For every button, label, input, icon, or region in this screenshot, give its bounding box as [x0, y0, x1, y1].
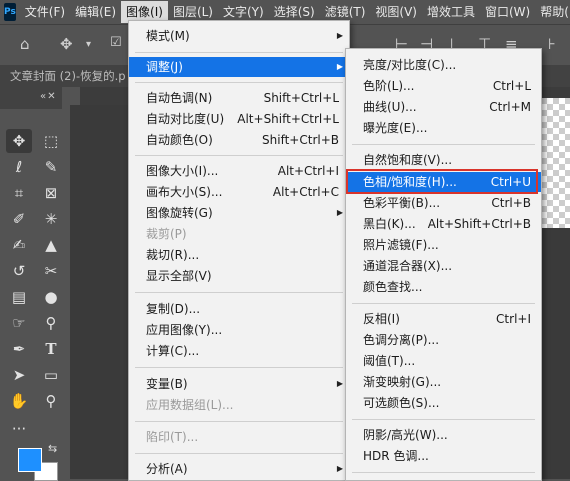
menu-item-shadows-highlights[interactable]: 阴影/高光(W)... [346, 425, 541, 445]
menu-divider [352, 144, 535, 145]
crop-tool-icon[interactable]: ⌗ [6, 181, 32, 205]
menu-item-curves[interactable]: 曲线(U)... Ctrl+M [346, 97, 541, 117]
collapse-icon[interactable]: « ✕ [40, 91, 56, 102]
rectangle-tool-icon[interactable]: ▭ [38, 363, 64, 387]
blur-tool-icon[interactable]: ● [38, 285, 64, 309]
menu-item-exposure[interactable]: 曝光度(E)... [346, 118, 541, 138]
document-tab[interactable]: 文章封面 (2)-恢复的.p [10, 68, 126, 84]
menu-item-gradient-map[interactable]: 渐变映射(G)... [346, 372, 541, 392]
gradient-tool-icon[interactable]: ▤ [6, 285, 32, 309]
menu-item-variables[interactable]: 变量(B) ▶ [129, 374, 349, 394]
menu-item-auto-tone[interactable]: 自动色调(N) Shift+Ctrl+L [129, 88, 349, 108]
menu-divider [352, 419, 535, 420]
menu-divider [135, 155, 343, 156]
eyedropper-tool-icon[interactable]: ✐ [6, 207, 32, 231]
menu-divider [352, 303, 535, 304]
menu-item-analysis[interactable]: 分析(A) ▶ [129, 459, 349, 479]
menu-edit[interactable]: 编辑(E) [70, 1, 121, 23]
menu-item-reveal-all[interactable]: 显示全部(V) [129, 266, 349, 286]
menu-item-selective-color[interactable]: 可选颜色(S)... [346, 393, 541, 413]
marquee-tool-icon[interactable]: ⬚ [38, 129, 64, 153]
submenu-arrow-icon: ▶ [336, 379, 343, 388]
history-brush-tool-icon[interactable]: ↺ [6, 259, 32, 283]
distribute-right-icon[interactable]: ⊦ [548, 35, 556, 53]
brush-tool-icon[interactable]: ✍ [6, 233, 32, 257]
submenu-arrow-icon: ▶ [336, 208, 343, 217]
menu-item-color-balance[interactable]: 色彩平衡(B)... Ctrl+B [346, 193, 541, 213]
menu-item-mode[interactable]: 模式(M) ▶ [129, 26, 349, 46]
more-tools-icon[interactable]: ··· [6, 417, 32, 441]
menu-item-duplicate[interactable]: 复制(D)... [129, 299, 349, 319]
eraser-tool-icon[interactable]: ✂ [38, 259, 64, 283]
frame-tool-icon[interactable]: ⊠ [38, 181, 64, 205]
photoshop-logo: Ps [4, 3, 16, 21]
menu-item-brightness-contrast[interactable]: 亮度/对比度(C)... [346, 55, 541, 75]
foreground-color-swatch[interactable] [18, 448, 42, 472]
quick-select-tool-icon[interactable]: ✎ [38, 155, 64, 179]
zoom-tool-icon[interactable]: ⚲ [38, 389, 64, 413]
menu-file[interactable]: 文件(F) [20, 1, 70, 23]
move-tool-icon[interactable]: ✥ [6, 129, 32, 153]
menu-item-image-rotation[interactable]: 图像旋转(G) ▶ [129, 203, 349, 223]
adjust-submenu: 亮度/对比度(C)... 色阶(L)... Ctrl+L 曲线(U)... Ctrl… [345, 48, 542, 481]
menu-item-image-size[interactable]: 图像大小(I)... Alt+Ctrl+I [129, 161, 349, 181]
menu-item-threshold[interactable]: 阈值(T)... [346, 351, 541, 371]
menu-item-black-white[interactable]: 黑白(K)... Alt+Shift+Ctrl+B [346, 214, 541, 234]
menu-item-photo-filter[interactable]: 照片滤镜(F)... [346, 235, 541, 255]
lasso-tool-icon[interactable]: ℓ [6, 155, 32, 179]
menu-item-levels[interactable]: 色阶(L)... Ctrl+L [346, 76, 541, 96]
submenu-arrow-icon: ▶ [336, 464, 343, 473]
menu-item-crop: 裁剪(P) [146, 227, 187, 241]
spot-heal-tool-icon[interactable]: ✳ [38, 207, 64, 231]
menu-item-calculations[interactable]: 计算(C)... [129, 341, 349, 361]
menu-item-canvas-size[interactable]: 画布大小(S)... Alt+Ctrl+C [129, 182, 349, 202]
menu-divider [135, 421, 343, 422]
menu-plugins[interactable]: 增效工具 [422, 1, 480, 23]
menu-divider [135, 82, 343, 83]
menu-item-apply-image[interactable]: 应用图像(Y)... [129, 320, 349, 340]
menu-help[interactable]: 帮助( [535, 1, 570, 23]
home-icon[interactable]: ⌂ [20, 35, 30, 53]
menu-divider [135, 367, 343, 368]
stamp-tool-icon[interactable]: ▲ [38, 233, 64, 257]
menu-item-auto-color[interactable]: 自动颜色(O) Shift+Ctrl+B [129, 130, 349, 150]
pen-tool-icon[interactable]: ✒ [6, 337, 32, 361]
chevron-down-icon[interactable]: ▾ [86, 39, 91, 50]
menu-item-adjust[interactable]: 调整(J) ▶ [129, 57, 349, 77]
menu-item-trim[interactable]: 裁切(R)... [129, 245, 349, 265]
dodge-tool-icon[interactable]: ⚲ [38, 311, 64, 335]
smudge-tool-icon[interactable]: ☞ [6, 311, 32, 335]
swap-colors-icon[interactable]: ⇆ [48, 442, 57, 455]
menu-item-color-lookup[interactable]: 颜色查找... [346, 277, 541, 297]
checkbox-icon[interactable]: ☑ [110, 35, 122, 50]
image-menu: 模式(M) ▶ 调整(J) ▶ 自动色调(N) Shift+Ctrl+L 自动对比度(… [128, 20, 350, 481]
menu-item-invert[interactable]: 反相(I) Ctrl+I [346, 309, 541, 329]
move-options-icon[interactable]: ✥ [60, 35, 73, 53]
submenu-arrow-icon: ▶ [336, 62, 343, 71]
menu-item-apply-data-set: 应用数据组(L)... [146, 398, 234, 412]
toolbar-header: « ✕ [0, 87, 62, 109]
menu-divider [135, 292, 343, 293]
menu-item-trap: 陷印(T)... [146, 430, 199, 444]
menu-item-hdr-toning[interactable]: HDR 色调... [346, 446, 541, 466]
tools-panel: ✥ ⬚ ℓ ✎ ⌗ ⊠ ✐ ✳ ✍ ▲ ↺ ✂ ▤ ● ☞ ⚲ ✒ T ➤ ▭ … [0, 109, 71, 479]
menu-item-posterize[interactable]: 色调分离(P)... [346, 330, 541, 350]
menu-divider [352, 472, 535, 473]
menu-divider [135, 52, 343, 53]
menu-item-auto-contrast[interactable]: 自动对比度(U) Alt+Shift+Ctrl+L [129, 109, 349, 129]
hand-tool-icon[interactable]: ✋ [6, 389, 32, 413]
annotation-highlight-box [346, 169, 538, 194]
path-select-tool-icon[interactable]: ➤ [6, 363, 32, 387]
menu-window[interactable]: 窗口(W) [480, 1, 535, 23]
menu-item-channel-mixer[interactable]: 通道混合器(X)... [346, 256, 541, 276]
type-tool-icon[interactable]: T [38, 337, 64, 361]
menu-item-vibrance[interactable]: 自然饱和度(V)... [346, 150, 541, 170]
menu-divider [135, 453, 343, 454]
submenu-arrow-icon: ▶ [336, 31, 343, 40]
menu-view[interactable]: 视图(V) [370, 1, 422, 23]
